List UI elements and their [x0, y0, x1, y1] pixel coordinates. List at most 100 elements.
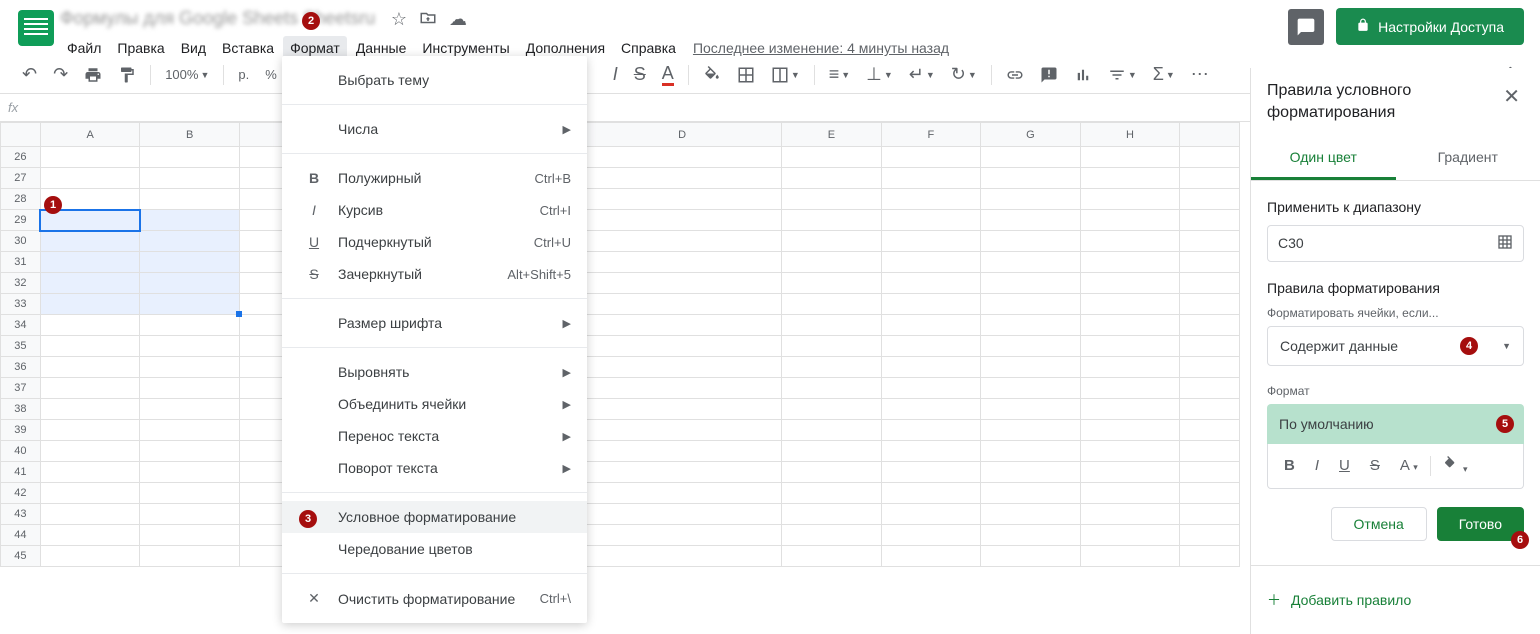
- cell[interactable]: [583, 147, 782, 168]
- cell[interactable]: [782, 462, 882, 483]
- cell[interactable]: [981, 546, 1081, 567]
- percent-format[interactable]: %: [259, 63, 283, 86]
- more-button[interactable]: ⋯: [1185, 60, 1215, 89]
- cell[interactable]: [1180, 378, 1240, 399]
- italic-button[interactable]: I: [1307, 453, 1327, 478]
- cell[interactable]: [583, 483, 782, 504]
- cell[interactable]: [140, 399, 240, 420]
- table-row[interactable]: 35: [1, 336, 1240, 357]
- row-header[interactable]: 38: [1, 399, 41, 420]
- cell[interactable]: [583, 168, 782, 189]
- strikethrough-button[interactable]: S: [628, 60, 652, 89]
- underline-button[interactable]: U: [1331, 453, 1358, 478]
- cell[interactable]: [1180, 420, 1240, 441]
- cell[interactable]: [40, 546, 140, 567]
- cell[interactable]: [140, 210, 240, 231]
- cell[interactable]: [583, 420, 782, 441]
- bold-button[interactable]: B: [1276, 453, 1303, 478]
- row-header[interactable]: 40: [1, 441, 41, 462]
- row-header[interactable]: 39: [1, 420, 41, 441]
- cell[interactable]: [981, 378, 1081, 399]
- cell[interactable]: [583, 525, 782, 546]
- star-icon[interactable]: ☆: [391, 9, 407, 32]
- row-header[interactable]: 26: [1, 147, 41, 168]
- cell[interactable]: [1080, 252, 1180, 273]
- cell[interactable]: [981, 294, 1081, 315]
- cell[interactable]: [1180, 525, 1240, 546]
- cell[interactable]: [583, 252, 782, 273]
- cell[interactable]: [981, 210, 1081, 231]
- tab-single-color[interactable]: Один цвет: [1251, 137, 1396, 180]
- cell[interactable]: [40, 483, 140, 504]
- cell[interactable]: [1180, 441, 1240, 462]
- cell[interactable]: [881, 504, 981, 525]
- cell[interactable]: [1080, 420, 1180, 441]
- table-row[interactable]: 28: [1, 189, 1240, 210]
- row-header[interactable]: 43: [1, 504, 41, 525]
- document-title[interactable]: Формулы для Google Sheets Sheetsru: [60, 8, 375, 29]
- cell[interactable]: [782, 546, 882, 567]
- insert-comment-button[interactable]: [1034, 62, 1064, 88]
- menu-item-выбрать-тему[interactable]: Выбрать тему: [282, 64, 587, 96]
- cell[interactable]: [1180, 189, 1240, 210]
- merge-cells-button[interactable]: ▼: [765, 62, 806, 88]
- text-color-button[interactable]: A: [656, 60, 680, 90]
- cell[interactable]: [40, 252, 140, 273]
- cell[interactable]: [881, 231, 981, 252]
- cell[interactable]: [1080, 399, 1180, 420]
- redo-button[interactable]: ↷: [47, 60, 74, 89]
- table-row[interactable]: 39: [1, 420, 1240, 441]
- range-input[interactable]: C30: [1267, 225, 1524, 262]
- cell[interactable]: [782, 231, 882, 252]
- cell[interactable]: [1180, 147, 1240, 168]
- cell[interactable]: [881, 462, 981, 483]
- cell[interactable]: [782, 441, 882, 462]
- cell[interactable]: [40, 315, 140, 336]
- cell[interactable]: [1080, 378, 1180, 399]
- row-header[interactable]: 45: [1, 546, 41, 567]
- cell[interactable]: [40, 294, 140, 315]
- done-button[interactable]: Готово 6: [1437, 507, 1524, 541]
- italic-button[interactable]: I: [607, 60, 624, 89]
- grid-select-icon[interactable]: [1497, 234, 1513, 253]
- cell[interactable]: [40, 147, 140, 168]
- menu-item-условное-форматирование[interactable]: Условное форматирование: [282, 501, 587, 533]
- cell[interactable]: [782, 399, 882, 420]
- row-header[interactable]: 33: [1, 294, 41, 315]
- zoom-select[interactable]: 100% ▼: [159, 63, 215, 86]
- filter-button[interactable]: ▼: [1102, 62, 1143, 88]
- cell[interactable]: [881, 252, 981, 273]
- cancel-button[interactable]: Отмена: [1331, 507, 1427, 541]
- cell[interactable]: [140, 378, 240, 399]
- column-headers[interactable]: A B D E F G H: [1, 123, 1240, 147]
- cell[interactable]: [1180, 357, 1240, 378]
- cell[interactable]: [140, 546, 240, 567]
- cell[interactable]: [40, 420, 140, 441]
- cell[interactable]: [981, 231, 1081, 252]
- cell[interactable]: [583, 357, 782, 378]
- table-row[interactable]: 30: [1, 231, 1240, 252]
- cell[interactable]: [1080, 462, 1180, 483]
- table-row[interactable]: 43: [1, 504, 1240, 525]
- cell[interactable]: [40, 168, 140, 189]
- cell[interactable]: [782, 525, 882, 546]
- row-header[interactable]: 35: [1, 336, 41, 357]
- cell[interactable]: [40, 504, 140, 525]
- share-button[interactable]: Настройки Доступа: [1336, 8, 1524, 45]
- row-header[interactable]: 36: [1, 357, 41, 378]
- cell[interactable]: [1080, 231, 1180, 252]
- row-header[interactable]: 44: [1, 525, 41, 546]
- cell[interactable]: [1080, 525, 1180, 546]
- cell[interactable]: [140, 357, 240, 378]
- cell[interactable]: [583, 210, 782, 231]
- cell[interactable]: [1080, 294, 1180, 315]
- cell[interactable]: [1180, 273, 1240, 294]
- cell[interactable]: [1180, 294, 1240, 315]
- cell[interactable]: [1080, 483, 1180, 504]
- cell[interactable]: [881, 315, 981, 336]
- text-wrap-button[interactable]: ↵ ▼: [903, 60, 941, 89]
- insert-chart-button[interactable]: [1068, 62, 1098, 88]
- cell[interactable]: [583, 315, 782, 336]
- cell[interactable]: [140, 420, 240, 441]
- paint-format-button[interactable]: [112, 62, 142, 88]
